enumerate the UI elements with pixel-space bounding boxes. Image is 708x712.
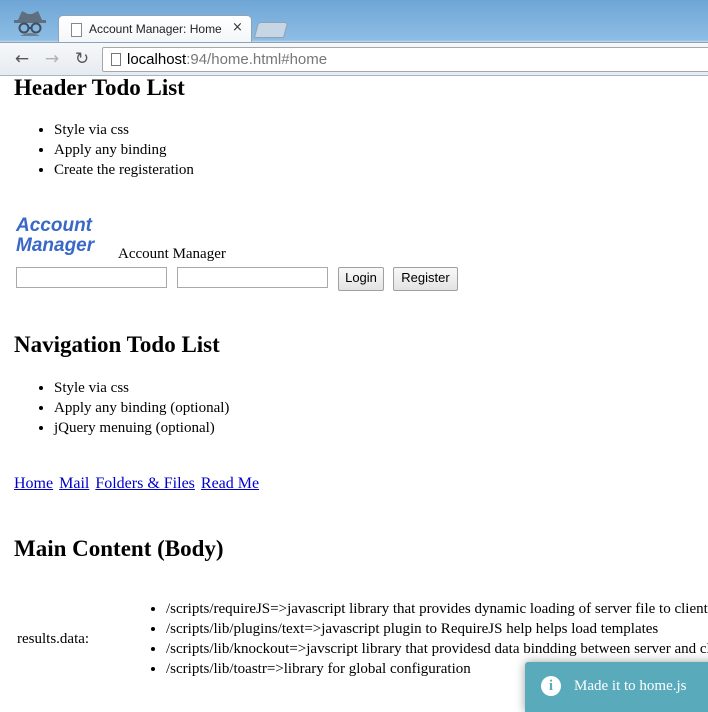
navigation-todo-list: Style via css Apply any binding (optiona… — [14, 378, 229, 438]
reload-icon[interactable]: ↻ — [72, 49, 92, 69]
list-item: jQuery menuing (optional) — [54, 418, 229, 438]
logo-line-1: Account — [16, 215, 92, 236]
account-manager-logo: Account Manager — [16, 216, 94, 256]
list-item: Style via css — [54, 120, 194, 140]
list-item: Create the registeration — [54, 160, 194, 180]
username-field[interactable] — [16, 267, 167, 288]
tab-close-icon[interactable]: × — [232, 20, 243, 35]
nav-link-home[interactable]: Home — [14, 475, 53, 492]
logo-line-2: Manager — [16, 235, 95, 256]
browser-tab[interactable]: Account Manager: Home × — [58, 15, 252, 43]
page-icon — [71, 23, 82, 37]
main-content-title: Main Content (Body) — [14, 536, 224, 561]
nav-link-mail[interactable]: Mail — [59, 475, 89, 492]
nav-link-read-me[interactable]: Read Me — [201, 475, 259, 492]
list-item: /scripts/requireJS=>javascript library t… — [166, 599, 708, 619]
info-icon: i — [541, 676, 561, 696]
account-manager-label: Account Manager — [118, 246, 226, 262]
password-field[interactable] — [177, 267, 328, 288]
back-icon[interactable]: ← — [12, 49, 32, 69]
list-item: /scripts/lib/knockout=>javscript library… — [166, 639, 708, 659]
navigation-todo-title: Navigation Todo List — [14, 332, 220, 357]
url-host: localhost — [127, 51, 187, 68]
new-tab-button[interactable] — [253, 22, 289, 38]
address-bar[interactable]: localhost:94/home.html#home — [102, 47, 708, 72]
url-path: :94/home.html#home — [186, 51, 328, 68]
address-url[interactable]: localhost:94/home.html#home — [127, 51, 327, 68]
browser-toolbar: ← → ↻ localhost:94/home.html#home — [0, 42, 708, 76]
nav-link-folders-files[interactable]: Folders & Files — [95, 475, 195, 492]
list-item: Apply any binding — [54, 140, 194, 160]
main-nav: Home Mail Folders & Files Read Me — [14, 475, 261, 493]
toast-notification[interactable]: i Made it to home.js — [525, 662, 708, 712]
results-label: results.data: — [17, 631, 90, 647]
document-icon — [111, 53, 121, 66]
list-item: Style via css — [54, 378, 229, 398]
register-button[interactable]: Register — [393, 267, 458, 291]
toast-message: Made it to home.js — [574, 678, 687, 694]
header-todo-title: Header Todo List — [14, 75, 185, 100]
page-content: Header Todo List Style via css Apply any… — [0, 75, 708, 702]
list-item: Apply any binding (optional) — [54, 398, 229, 418]
tab-title: Account Manager: Home — [89, 22, 222, 36]
header-todo-list: Style via css Apply any binding Create t… — [14, 120, 194, 180]
incognito-icon — [14, 11, 46, 36]
list-item: /scripts/lib/plugins/text=>javascript pl… — [166, 619, 708, 639]
browser-chrome: Account Manager: Home × ← → ↻ localhost:… — [0, 0, 708, 76]
forward-icon[interactable]: → — [42, 49, 62, 69]
login-button[interactable]: Login — [338, 267, 384, 291]
